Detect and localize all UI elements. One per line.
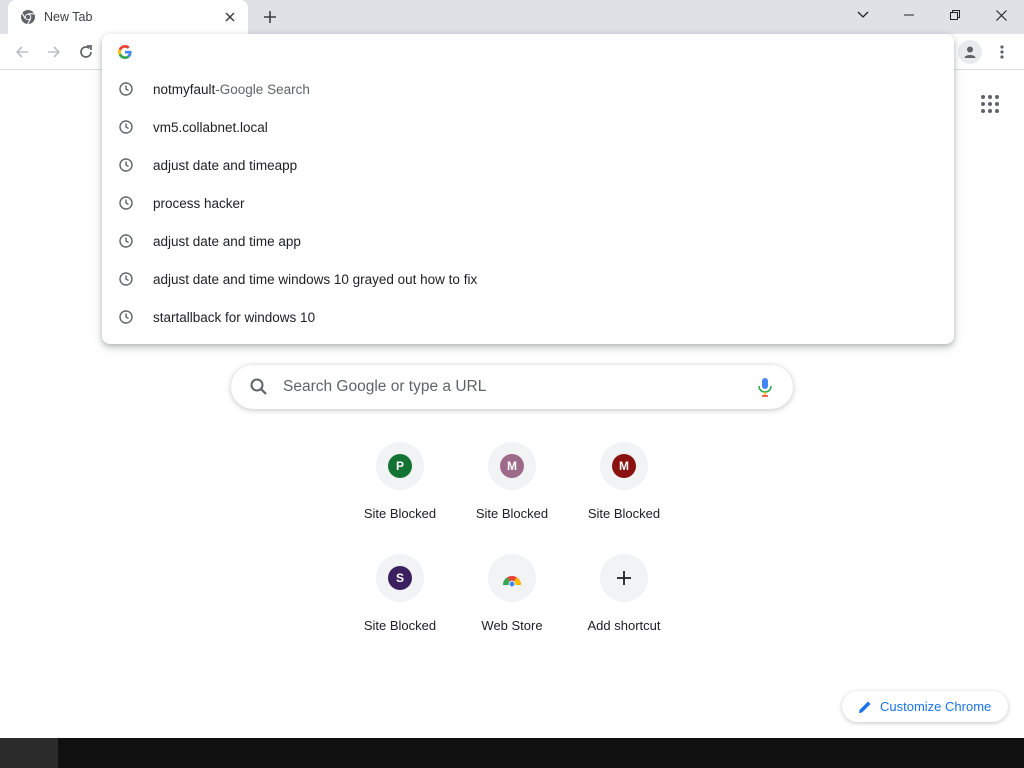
shortcut-icon-circle: P bbox=[376, 442, 424, 490]
reload-icon bbox=[80, 45, 92, 58]
suggestion-item[interactable]: adjust date and timeapp bbox=[102, 146, 954, 184]
close-icon bbox=[995, 9, 1007, 21]
shortcut-label: Site Blocked bbox=[363, 506, 437, 521]
omnibox-row bbox=[102, 34, 954, 70]
suggestion-text: adjust date and time windows 10 grayed o… bbox=[153, 271, 478, 287]
history-clock-icon bbox=[118, 157, 134, 173]
omnibox-input[interactable] bbox=[150, 43, 850, 61]
suggestion-item[interactable]: vm5.collabnet.local bbox=[102, 108, 954, 146]
shortcut-icon-circle: M bbox=[488, 442, 536, 490]
history-clock-icon bbox=[118, 271, 134, 287]
arrow-left-icon bbox=[15, 46, 28, 58]
apps-dot bbox=[988, 95, 992, 99]
pencil-icon bbox=[859, 701, 871, 713]
restore-icon bbox=[950, 10, 960, 20]
tab-title: New Tab bbox=[44, 10, 93, 24]
search-placeholder: Search Google or type a URL bbox=[283, 378, 487, 395]
shortcut-letter-icon: M bbox=[500, 454, 524, 478]
shortcut-icon-circle: M bbox=[600, 442, 648, 490]
chrome-icon bbox=[21, 10, 35, 25]
shortcut-tile[interactable]: Add shortcut bbox=[568, 554, 680, 654]
shortcut-icon-circle bbox=[600, 554, 648, 602]
omnibox-dropdown: notmyfault - Google Search vm5.collabnet.… bbox=[102, 34, 954, 344]
history-clock-icon bbox=[118, 119, 134, 135]
suggestion-list: notmyfault - Google Search vm5.collabnet.… bbox=[102, 70, 954, 336]
new-tab-button[interactable] bbox=[258, 5, 282, 29]
ntp-search-box[interactable]: Search Google or type a URL bbox=[231, 365, 793, 409]
history-clock-icon bbox=[118, 309, 134, 325]
microphone-icon[interactable] bbox=[755, 376, 775, 398]
shortcut-tile[interactable]: P Site Blocked bbox=[344, 442, 456, 542]
suggestion-item[interactable]: startallback for windows 10 bbox=[102, 298, 954, 336]
shortcut-tile[interactable]: M Site Blocked bbox=[568, 442, 680, 542]
tab-strip: New Tab bbox=[0, 0, 1024, 34]
apps-dot bbox=[988, 102, 992, 106]
shortcut-label: Site Blocked bbox=[587, 506, 661, 521]
suggestion-item[interactable]: adjust date and time app bbox=[102, 222, 954, 260]
chevron-down-icon bbox=[857, 11, 869, 18]
history-clock-icon bbox=[118, 81, 134, 97]
more-vert-icon bbox=[1000, 45, 1004, 59]
shortcut-letter-icon: P bbox=[388, 454, 412, 478]
tab-close-icon[interactable] bbox=[222, 9, 238, 25]
shortcut-letter-icon: M bbox=[612, 454, 636, 478]
arrow-right-icon bbox=[48, 46, 61, 58]
minimize-icon bbox=[904, 14, 914, 16]
shortcut-tile[interactable]: Web Store bbox=[456, 554, 568, 654]
reload-button[interactable] bbox=[74, 40, 98, 64]
shortcut-icon-circle bbox=[488, 554, 536, 602]
suggestion-text: vm5.collabnet.local bbox=[153, 119, 268, 135]
suggestion-item[interactable]: adjust date and time windows 10 grayed o… bbox=[102, 260, 954, 298]
suggestion-text: notmyfault bbox=[153, 81, 216, 97]
apps-dot bbox=[995, 109, 999, 113]
shortcut-icon-circle: S bbox=[376, 554, 424, 602]
tab-search-button[interactable] bbox=[840, 0, 886, 30]
close-window-button[interactable] bbox=[978, 0, 1024, 30]
suggestion-description: Google Search bbox=[219, 81, 310, 97]
customize-chrome-button[interactable]: Customize Chrome bbox=[842, 691, 1008, 722]
shortcut-label: Site Blocked bbox=[363, 618, 437, 633]
plus-icon bbox=[617, 571, 631, 585]
suggestion-item[interactable]: notmyfault - Google Search bbox=[102, 70, 954, 108]
suggestion-text: adjust date and time app bbox=[153, 233, 301, 249]
shortcut-letter-icon: S bbox=[388, 566, 412, 590]
chrome-web-store-icon bbox=[503, 576, 521, 587]
menu-button[interactable] bbox=[992, 40, 1012, 64]
profile-button[interactable] bbox=[958, 40, 982, 64]
customize-chrome-label: Customize Chrome bbox=[880, 699, 992, 714]
taskbar-start-button[interactable] bbox=[0, 738, 58, 768]
apps-dot bbox=[988, 109, 992, 113]
history-clock-icon bbox=[118, 195, 134, 211]
suggestion-item[interactable]: process hacker bbox=[102, 184, 954, 222]
shortcut-label: Site Blocked bbox=[475, 506, 549, 521]
apps-dot bbox=[981, 95, 985, 99]
back-button[interactable] bbox=[10, 40, 34, 64]
tab-new-tab[interactable]: New Tab bbox=[8, 0, 248, 34]
shortcut-label: Add shortcut bbox=[587, 618, 661, 633]
apps-dot bbox=[995, 95, 999, 99]
shortcut-tile[interactable]: S Site Blocked bbox=[344, 554, 456, 654]
suggestion-text: process hacker bbox=[153, 195, 245, 211]
apps-dot bbox=[981, 102, 985, 106]
google-g-icon bbox=[118, 45, 132, 59]
person-icon bbox=[964, 46, 976, 58]
search-icon bbox=[250, 378, 267, 395]
apps-dot bbox=[981, 109, 985, 113]
forward-button[interactable] bbox=[42, 40, 66, 64]
taskbar bbox=[0, 738, 1024, 768]
suggestion-text: startallback for windows 10 bbox=[153, 309, 316, 325]
shortcut-tile[interactable]: M Site Blocked bbox=[456, 442, 568, 542]
suggestion-text: adjust date and timeapp bbox=[153, 157, 298, 173]
apps-dot bbox=[995, 102, 999, 106]
google-apps-button[interactable] bbox=[978, 92, 1002, 116]
history-clock-icon bbox=[118, 233, 134, 249]
minimize-button[interactable] bbox=[886, 0, 932, 30]
restore-button[interactable] bbox=[932, 0, 978, 30]
shortcut-label: Web Store bbox=[481, 618, 543, 633]
